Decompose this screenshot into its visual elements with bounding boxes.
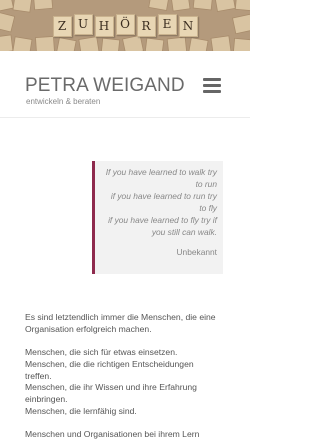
letter-tile: U	[73, 14, 93, 35]
letter-tile: Ö	[115, 14, 135, 35]
list-line: Menschen, die lernfähig sind.	[25, 406, 137, 417]
letter-tile: Z	[52, 16, 72, 37]
hero-banner: Z U H Ö R E N	[0, 0, 250, 51]
site-header: PETRA WEIGAND entwickeln & beraten	[0, 51, 250, 117]
quote-block: If you have learned to walk try to run i…	[92, 161, 223, 274]
quote-author: Unbekannt	[176, 247, 217, 257]
main-content: Es sind letztendlich immer die Menschen,…	[25, 312, 230, 441]
letter-tile: E	[157, 14, 177, 35]
hero-letter-tiles: Z U H Ö R E N	[0, 12, 250, 38]
list-line: Menschen, die sich für etwas einsetzen.	[25, 347, 178, 358]
letter-tile: H	[94, 16, 114, 37]
site-title[interactable]: PETRA WEIGAND	[25, 75, 185, 97]
intro-paragraph: Es sind letztendlich immer die Menschen,…	[25, 312, 216, 334]
site-tagline: entwickeln & beraten	[26, 97, 101, 106]
list-line: Menschen, die die richtigen Entscheidung…	[25, 358, 194, 369]
list-line: einbringen.	[25, 394, 68, 405]
quote-text: If you have learned to walk try to run i…	[105, 167, 217, 237]
list-line: treffen.	[25, 370, 52, 381]
people-list: Menschen, die sich für etwas einsetzen. …	[25, 347, 230, 418]
hamburger-menu-icon[interactable]	[203, 78, 223, 94]
header-divider	[0, 117, 250, 118]
cut-off-line: Menschen und Organisationen bei ihrem Le…	[25, 428, 200, 439]
letter-tile: N	[178, 16, 198, 37]
letter-tile: R	[136, 16, 156, 37]
list-line: Menschen, die ihr Wissen und ihre Erfahr…	[25, 382, 197, 393]
